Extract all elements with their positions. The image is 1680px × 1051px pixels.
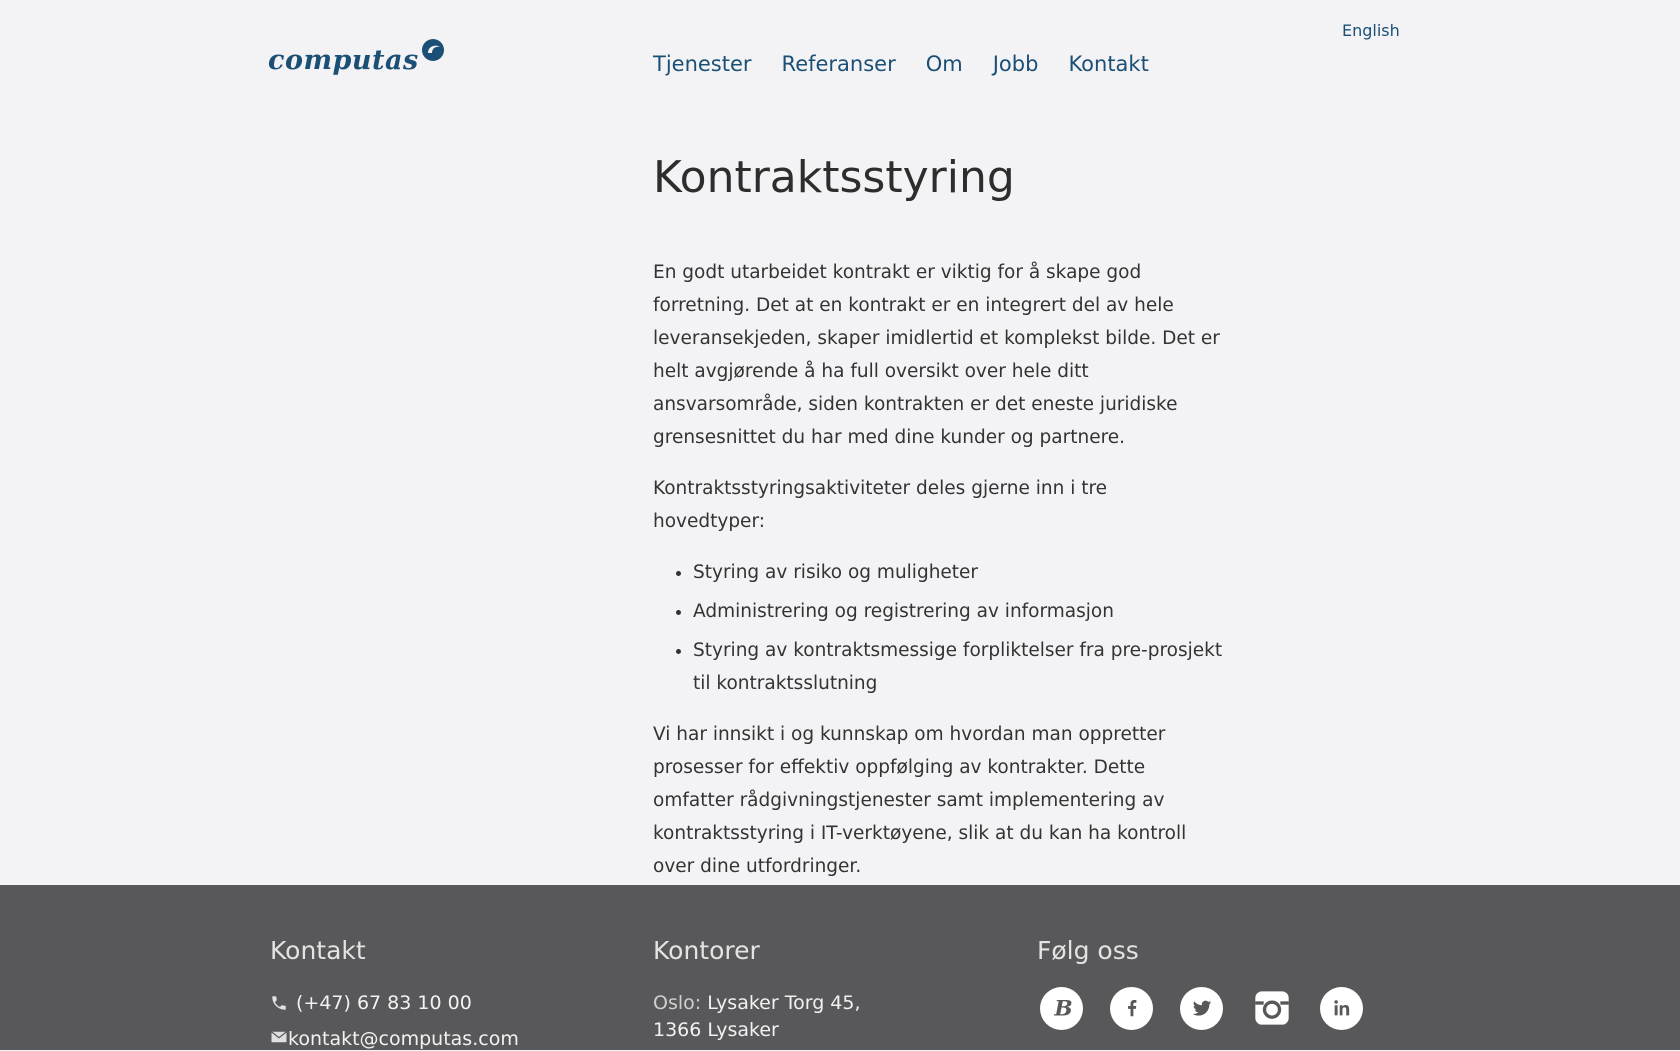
nav-jobb[interactable]: Jobb [993, 52, 1039, 76]
office-oslo: Oslo: Lysaker Torg 45, 1366 Lysaker [653, 990, 861, 1044]
list-item: Styring av risiko og muligheter [693, 556, 1223, 589]
phone-icon [270, 994, 288, 1012]
office-address-line1: Lysaker Torg 45, [707, 991, 861, 1014]
site-footer: Kontakt (+47) 67 83 10 00 kontakt@comput… [0, 885, 1680, 1050]
mail-icon [270, 1028, 288, 1051]
footer-follow-heading: Følg oss [1037, 936, 1139, 965]
footer-offices: Kontorer Oslo: Lysaker Torg 45, 1366 Lys… [653, 937, 861, 1044]
footer-contact-heading: Kontakt [270, 936, 366, 965]
list-intro-paragraph: Kontraktsstyringsaktiviteter deles gjern… [653, 478, 1108, 532]
logo-text: computas [268, 45, 419, 76]
nav-referanser[interactable]: Referanser [782, 52, 896, 76]
nav-tjenester[interactable]: Tjenester [653, 52, 752, 76]
facebook-icon[interactable] [1110, 986, 1153, 1030]
list-item: Styring av kontraktsmessige forpliktelse… [693, 634, 1223, 700]
footer-contact: Kontakt (+47) 67 83 10 00 kontakt@comput… [270, 937, 519, 1051]
blog-icon[interactable]: B [1040, 986, 1083, 1030]
phone-number: (+47) 67 83 10 00 [296, 991, 472, 1014]
nav-kontakt[interactable]: Kontakt [1068, 52, 1148, 76]
nav-om[interactable]: Om [926, 52, 963, 76]
logo-mark-icon [421, 39, 444, 61]
main-nav: Tjenester Referanser Om Jobb Kontakt [653, 52, 1149, 76]
linkedin-icon[interactable] [1320, 986, 1363, 1030]
footer-social: Følg oss B [1037, 937, 1363, 1030]
outro-paragraph: Vi har innsikt i og kunnskap om hvordan … [653, 724, 1187, 877]
svg-text:B: B [1053, 997, 1072, 1021]
office-address-line2: 1366 Lysaker [653, 1018, 779, 1041]
intro-paragraph: En godt utarbeidet kontrakt er viktig fo… [653, 262, 1220, 448]
phone-link[interactable]: (+47) 67 83 10 00 [270, 992, 519, 1014]
article: Kontraktsstyring En godt utarbeidet kont… [653, 148, 1223, 901]
social-links: B [1040, 986, 1363, 1030]
list-item: Administrering og registrering av inform… [693, 595, 1223, 628]
activity-list: Styring av risiko og muligheter Administ… [653, 556, 1223, 700]
email-address: kontakt@computas.com [288, 1028, 519, 1050]
page-title: Kontraktsstyring [653, 152, 1015, 203]
email-link[interactable]: kontakt@computas.com [270, 1028, 519, 1051]
instagram-icon[interactable] [1250, 987, 1293, 1030]
twitter-icon[interactable] [1180, 986, 1223, 1030]
computas-logo[interactable]: computas [268, 38, 445, 74]
footer-offices-heading: Kontorer [653, 936, 760, 965]
language-switch-english[interactable]: English [1342, 21, 1400, 40]
office-city: Oslo: [653, 991, 702, 1014]
